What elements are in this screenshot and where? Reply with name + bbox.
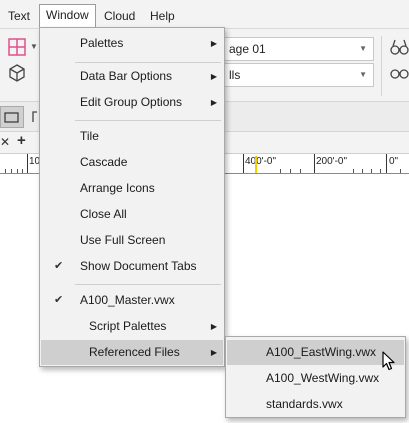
ruler-cursor-marker bbox=[255, 156, 257, 173]
referenced-files-submenu: A100_EastWing.vwx A100_WestWing.vwx stan… bbox=[225, 336, 406, 418]
menu-item-label: Arrange Icons bbox=[80, 181, 155, 195]
menu-separator bbox=[75, 62, 221, 63]
menu-item-label: Close All bbox=[80, 207, 127, 221]
window-menu: Palettes ▶ Data Bar Options ▶ Edit Group… bbox=[39, 27, 225, 367]
submenu-arrow-icon: ▶ bbox=[210, 72, 217, 81]
menu-window[interactable]: Window bbox=[39, 4, 96, 27]
toolbar-divider bbox=[381, 36, 382, 96]
menu-item-use-full-screen[interactable]: Use Full Screen bbox=[41, 228, 223, 253]
menu-separator bbox=[75, 120, 221, 121]
menu-item-label: Palettes bbox=[80, 36, 124, 50]
submenu-arrow-icon: ▶ bbox=[210, 98, 217, 107]
class-combo[interactable]: lls ▼ bbox=[222, 63, 374, 87]
submenu-arrow-icon: ▶ bbox=[210, 39, 217, 48]
submenu-item-standards[interactable]: standards.vwx bbox=[227, 392, 404, 417]
layer-combo-value: age 01 bbox=[229, 42, 266, 56]
menu-item-label: Data Bar Options bbox=[80, 69, 173, 83]
menu-help[interactable]: Help bbox=[150, 8, 175, 24]
menu-item-label: standards.vwx bbox=[266, 397, 343, 411]
menu-item-data-bar-options[interactable]: Data Bar Options ▶ bbox=[41, 64, 223, 89]
menu-item-script-palettes[interactable]: Script Palettes ▶ bbox=[41, 314, 223, 339]
mouse-pointer-icon bbox=[382, 351, 396, 374]
layer-combo[interactable]: age 01 ▼ bbox=[222, 37, 374, 61]
menu-text[interactable]: Text bbox=[8, 8, 30, 24]
close-tab-icon[interactable]: ✕ bbox=[0, 135, 10, 149]
submenu-item-a100-westwing[interactable]: A100_WestWing.vwx bbox=[227, 366, 404, 391]
menu-item-label: A100_Master.vwx bbox=[80, 293, 175, 307]
menu-item-tile[interactable]: Tile bbox=[41, 124, 223, 149]
grid-view-icon[interactable] bbox=[8, 38, 28, 59]
menu-item-cascade[interactable]: Cascade bbox=[41, 150, 223, 175]
menu-item-label: Use Full Screen bbox=[80, 233, 166, 247]
menu-item-show-document-tabs[interactable]: ✔ Show Document Tabs bbox=[41, 254, 223, 279]
ruler-label: 0" bbox=[389, 156, 399, 167]
menu-item-close-all[interactable]: Close All bbox=[41, 202, 223, 227]
menu-item-edit-group-options[interactable]: Edit Group Options ▶ bbox=[41, 90, 223, 115]
menu-item-a100-master[interactable]: ✔ A100_Master.vwx bbox=[41, 288, 223, 313]
menu-cloud[interactable]: Cloud bbox=[104, 8, 135, 24]
selection-tool-button[interactable] bbox=[0, 106, 24, 128]
ruler-label: 400'-0" bbox=[245, 156, 277, 167]
checkmark-icon: ✔ bbox=[54, 260, 64, 272]
tool-icon[interactable] bbox=[30, 110, 38, 124]
chevron-down-icon[interactable]: ▼ bbox=[30, 42, 38, 51]
caret-down-icon: ▼ bbox=[359, 44, 367, 53]
submenu-item-a100-eastwing[interactable]: A100_EastWing.vwx bbox=[227, 340, 404, 365]
menu-separator bbox=[75, 284, 221, 285]
menu-item-label: Edit Group Options bbox=[80, 95, 183, 109]
submenu-arrow-icon: ▶ bbox=[210, 322, 217, 331]
menu-item-arrange-icons[interactable]: Arrange Icons bbox=[41, 176, 223, 201]
checkmark-icon: ✔ bbox=[54, 294, 64, 306]
cube-icon[interactable] bbox=[8, 64, 26, 85]
binoculars-icon[interactable] bbox=[390, 38, 409, 59]
menu-item-label: A100_EastWing.vwx bbox=[266, 345, 377, 359]
menu-item-label: Show Document Tabs bbox=[80, 259, 197, 273]
add-tab-icon[interactable]: + bbox=[17, 132, 26, 149]
menu-item-referenced-files[interactable]: Referenced Files ▶ bbox=[41, 340, 223, 365]
glasses-icon[interactable] bbox=[390, 66, 409, 83]
menu-bar: Text Window Cloud Help bbox=[0, 0, 409, 29]
class-combo-value: lls bbox=[229, 68, 241, 82]
caret-down-icon: ▼ bbox=[359, 70, 367, 79]
submenu-arrow-icon: ▶ bbox=[210, 348, 217, 357]
menu-item-label: Cascade bbox=[80, 155, 128, 169]
menu-item-palettes[interactable]: Palettes ▶ bbox=[41, 31, 223, 56]
menu-item-label: Referenced Files bbox=[89, 345, 180, 359]
menu-item-label: A100_WestWing.vwx bbox=[266, 371, 380, 385]
menu-item-label: Tile bbox=[80, 129, 99, 143]
menu-item-label: Script Palettes bbox=[89, 319, 167, 333]
ruler-label: 200'-0" bbox=[316, 156, 348, 167]
